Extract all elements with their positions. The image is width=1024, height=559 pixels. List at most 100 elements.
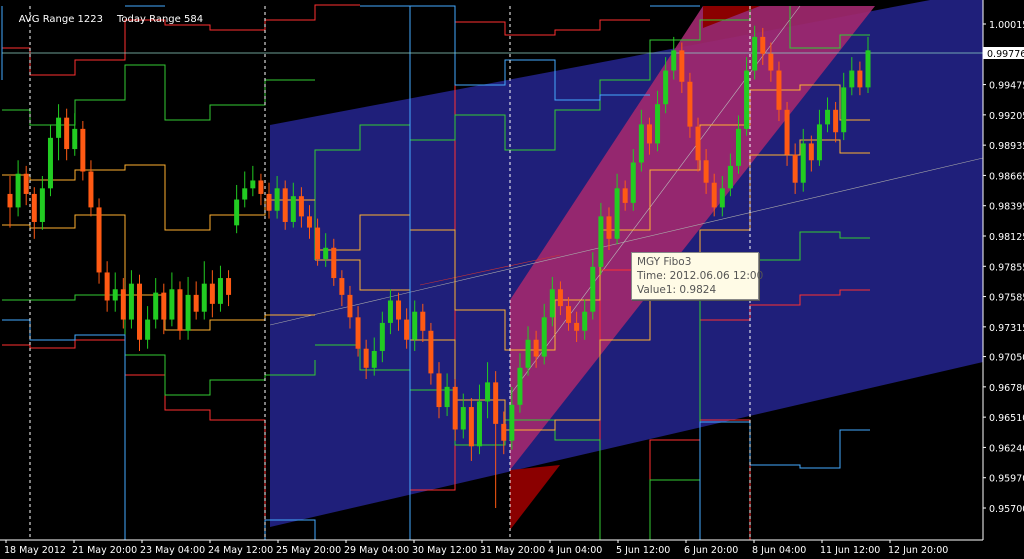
candle-body-62 [509,404,515,441]
candle-body-14 [120,289,126,320]
today-range-label: Today Range 584 [117,14,204,25]
candle-body-24 [201,283,207,312]
candle-body-28 [234,199,240,226]
candle-body-74 [606,216,612,239]
candle-body-104 [849,70,855,88]
candle-body-52 [428,330,434,374]
envelope-line-12 [2,214,315,331]
candle-body-1 [15,173,21,208]
x-tick-label-0: 18 May 2012 [4,545,66,556]
candle-body-10 [88,171,94,208]
candle-body-90 [735,128,741,166]
y-tick-label-13: 0.96510 [989,413,1024,424]
candle-body-106 [865,50,871,88]
x-tick-label-10: 6 Jun 20:00 [684,545,738,556]
candle-body-49 [404,319,410,340]
candle-body-83 [679,50,685,82]
candle-body-69 [566,306,572,323]
candle-body-72 [590,266,596,312]
candle-body-71 [582,311,588,331]
candle-body-77 [630,162,636,203]
candle-body-105 [857,70,863,88]
candle-body-37 [306,216,312,228]
candle-body-101 [825,109,831,125]
candle-body-56 [460,407,466,430]
candle-body-38 [315,227,321,259]
candle-body-79 [646,124,652,144]
candle-body-60 [493,382,499,424]
candle-body-4 [39,188,45,222]
candle-body-2 [23,173,29,194]
candle-body-34 [282,188,288,222]
candle-body-63 [517,367,523,405]
candle-body-93 [760,36,766,54]
candle-body-88 [719,188,725,208]
candle-body-9 [80,128,86,172]
y-tick-label-4: 0.98935 [989,141,1024,152]
candle-body-30 [250,180,256,189]
candle-body-7 [64,117,70,150]
candle-body-48 [396,300,402,320]
y-tick-label-7: 0.98125 [989,232,1024,243]
y-tick-label-10: 0.97315 [989,323,1024,334]
y-tick-label-6: 0.98395 [989,202,1024,213]
candle-body-67 [549,289,555,318]
envelope-line-6 [2,294,316,396]
candle-body-0 [7,193,13,208]
y-tick-label-14: 0.96240 [989,443,1024,454]
candle-body-15 [128,283,134,320]
x-tick-label-11: 8 Jun 04:00 [752,545,806,556]
y-tick-label-9: 0.97585 [989,293,1024,304]
candle-body-97 [792,154,798,183]
candlestick-chart[interactable]: 1.000150.997450.994750.992050.989350.986… [0,0,1024,559]
candle-body-5 [47,137,53,189]
candle-body-40 [331,247,337,279]
candle-body-103 [841,87,847,133]
candle-body-18 [153,292,159,320]
candle-body-78 [638,124,644,163]
candle-body-92 [752,36,758,71]
candle-body-6 [56,117,62,138]
candle-body-27 [226,278,232,295]
candle-body-98 [800,143,806,183]
object-tooltip: MGY Fibo3 Time: 2012.06.06 12:00 Value1:… [631,252,763,300]
x-tick-label-13: 12 Jun 20:00 [888,545,948,556]
candle-body-55 [452,386,458,430]
x-tick-label-7: 31 May 20:00 [480,545,545,556]
candle-body-42 [347,294,353,318]
chart-window[interactable]: 1.000150.997450.994750.992050.989350.986… [0,0,1024,559]
x-tick-label-2: 23 May 04:00 [140,545,205,556]
x-tick-label-9: 5 Jun 12:00 [616,545,670,556]
candle-body-17 [145,319,151,340]
candle-body-41 [339,278,345,295]
candle-body-76 [622,188,628,203]
envelope-line-15 [2,319,126,540]
candle-body-46 [379,322,385,351]
candle-body-43 [355,317,361,349]
candle-body-44 [363,348,369,368]
tooltip-value: Value1: 0.9824 [637,284,717,296]
candle-body-20 [169,289,175,320]
candle-body-100 [816,124,822,161]
candle-body-29 [242,188,248,200]
y-tick-label-11: 0.97050 [989,353,1024,364]
candle-body-36 [298,196,304,217]
candle-body-32 [266,193,272,211]
y-tick-label-15: 0.95970 [989,474,1024,485]
y-tick-label-8: 0.97855 [989,262,1024,273]
envelope-line-5 [2,64,315,126]
candle-body-70 [574,322,580,331]
candle-body-31 [258,180,264,194]
y-tick-label-5: 0.98665 [989,171,1024,182]
avg-range-label: AVG Range 1223 [18,14,104,25]
candle-body-86 [703,160,709,183]
candle-body-54 [444,386,450,408]
y-tick-label-2: 0.99475 [989,81,1024,92]
candle-body-61 [501,423,507,441]
candle-body-59 [485,382,491,402]
candle-body-19 [161,292,167,320]
tooltip-title: MGY Fibo3 [637,256,692,268]
candle-body-73 [598,216,604,267]
candle-body-22 [185,294,191,331]
y-tick-label-3: 0.99205 [989,111,1024,122]
